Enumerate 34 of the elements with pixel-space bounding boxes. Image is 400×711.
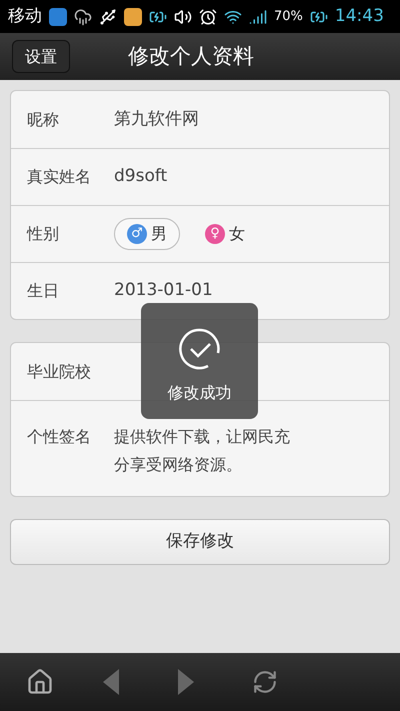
rain-icon [74,8,92,26]
gender-symbol: ♀ [205,224,225,244]
toast-text: 修改成功 [168,382,232,404]
check-circle-icon [178,327,222,371]
field-label: 昵称 [27,108,60,130]
field-label: 个性签名 [27,426,92,448]
refresh-icon[interactable] [252,669,278,695]
alarm-icon [199,8,217,26]
save-button[interactable]: 保存修改 [10,519,390,565]
signal-icon [249,8,267,26]
field-value: 2013-01-01 [114,279,213,302]
field-value: 分享受网络资源。 [114,454,243,476]
page-title: 修改个人资料 [128,42,254,70]
back-button[interactable]: 设置 [12,40,70,73]
field-value: d9soft [114,165,168,188]
field-label: 性别 [27,223,60,245]
field-label: 真实姓名 [27,166,92,188]
app-icon [124,8,142,26]
field-value: 提供软件下载，让网民充 [114,426,290,448]
gender-option[interactable]: ♂ 男 [114,218,180,250]
back-arrow-icon[interactable] [101,669,121,695]
usb-icon [99,8,117,26]
carrier-text: 移动 [8,4,42,28]
forward-arrow-icon[interactable] [176,669,196,695]
gender-symbol: ♂ [127,224,147,244]
clock-text: 14:43 [334,4,384,28]
gender-option[interactable]: ♀ 女 [192,218,258,250]
app-icon [49,8,67,26]
field-label: 生日 [27,280,60,302]
home-icon[interactable] [26,668,54,696]
field-label: 毕业院校 [27,360,92,382]
battery-text: 70% [274,8,303,26]
volume-icon [174,8,192,26]
field-value: 第九软件网 [114,108,199,131]
